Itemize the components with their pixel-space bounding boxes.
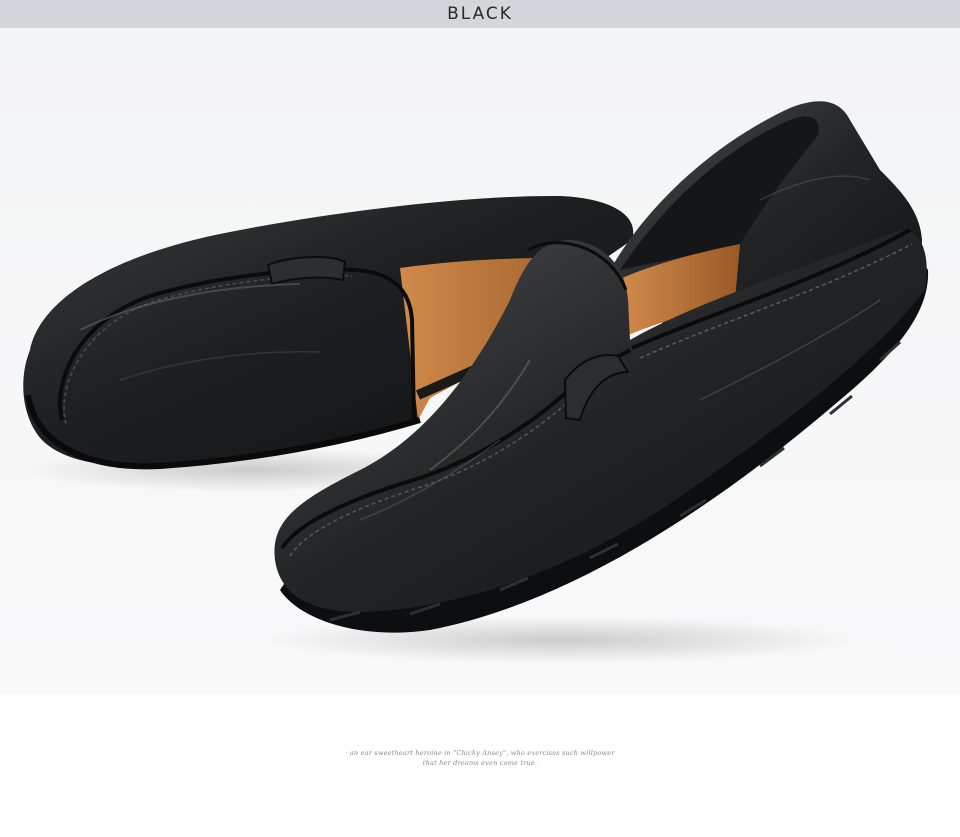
- product-photo: [0, 28, 960, 694]
- caption-line-1: · an ear sweetheart heroine in "Chicky A…: [345, 749, 615, 757]
- color-variant-title: BLACK: [447, 4, 513, 24]
- caption-line-2: that her dreams even come true.: [422, 759, 538, 767]
- header-bar: BLACK: [0, 0, 960, 28]
- loafers-icon: [20, 101, 929, 664]
- caption: · an ear sweetheart heroine in "Chicky A…: [0, 748, 960, 768]
